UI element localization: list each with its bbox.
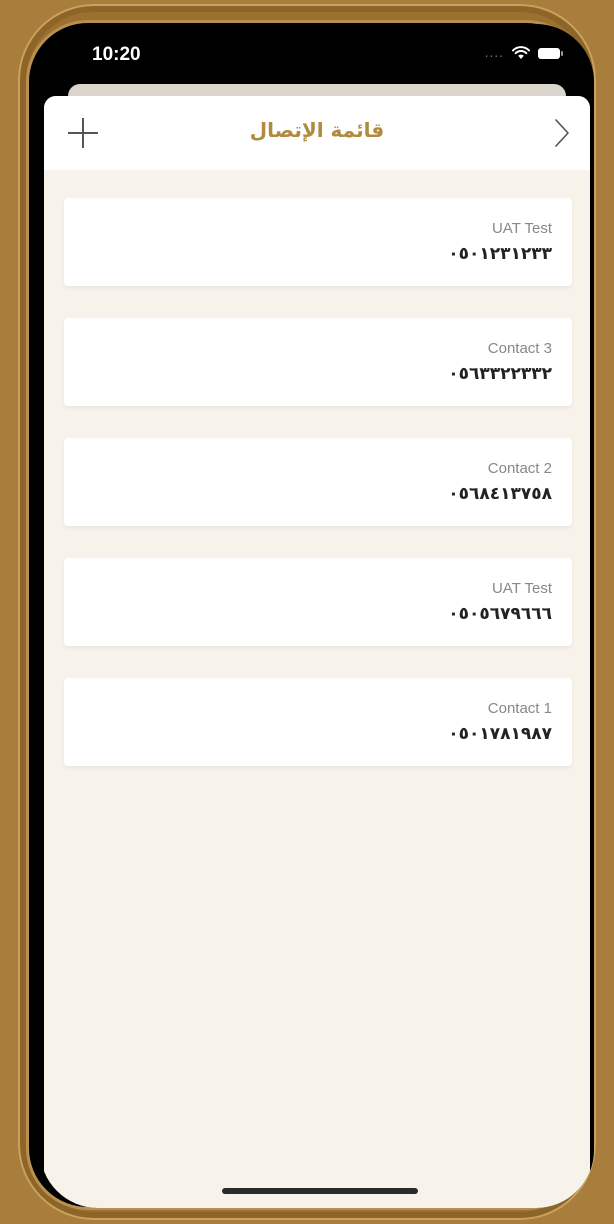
home-indicator[interactable] [222,1188,418,1194]
contact-card[interactable]: UAT Test ٠٥٠٥٦٧٩٦٦٦ [64,558,572,646]
back-button[interactable] [546,116,576,150]
contact-phone: ٠٥٠١٧٨١٩٨٧ [448,724,552,744]
contact-name: Contact 1 [487,700,552,717]
contact-card[interactable]: UAT Test ٠٥٠١٢٣١٢٣٣ [64,198,572,286]
contact-card[interactable]: Contact 3 ٠٥٦٣٣٢٢٣٣٢ [64,318,572,406]
contact-phone: ٠٥٦٣٣٢٢٣٣٢ [448,364,552,384]
contact-list: UAT Test ٠٥٠١٢٣١٢٣٣ Contact 3 ٠٥٦٣٣٢٢٣٣٢… [64,198,572,798]
status-icons: .... [484,46,563,60]
wifi-icon [512,46,530,59]
contact-name: UAT Test [491,220,552,237]
contact-card[interactable]: Contact 2 ٠٥٦٨٤١٣٧٥٨ [64,438,572,526]
contact-phone: ٠٥٠٥٦٧٩٦٦٦ [448,604,552,624]
chevron-right-icon [555,119,569,147]
contact-card[interactable]: Contact 1 ٠٥٠١٧٨١٩٨٧ [64,678,572,766]
phone-screen: 10:20 .... قائمة الإتصال UAT Test ٠٥٠١٢٣… [40,24,594,1208]
signal-icon: .... [484,46,504,60]
contact-name: Contact 2 [487,460,552,477]
page-title: قائمة الإتصال [249,118,385,142]
contact-phone: ٠٥٦٨٤١٣٧٥٨ [448,484,552,504]
status-time: 10:20 [92,44,141,65]
contact-name: UAT Test [491,580,552,597]
contact-name: Contact 3 [487,340,552,357]
contact-list-sheet: قائمة الإتصال UAT Test ٠٥٠١٢٣١٢٣٣ Contac… [44,96,590,1208]
status-bar: 10:20 .... [40,24,594,86]
battery-icon [538,47,563,59]
nav-bar: قائمة الإتصال [44,96,590,170]
contact-phone: ٠٥٠١٢٣١٢٣٣ [448,244,552,264]
